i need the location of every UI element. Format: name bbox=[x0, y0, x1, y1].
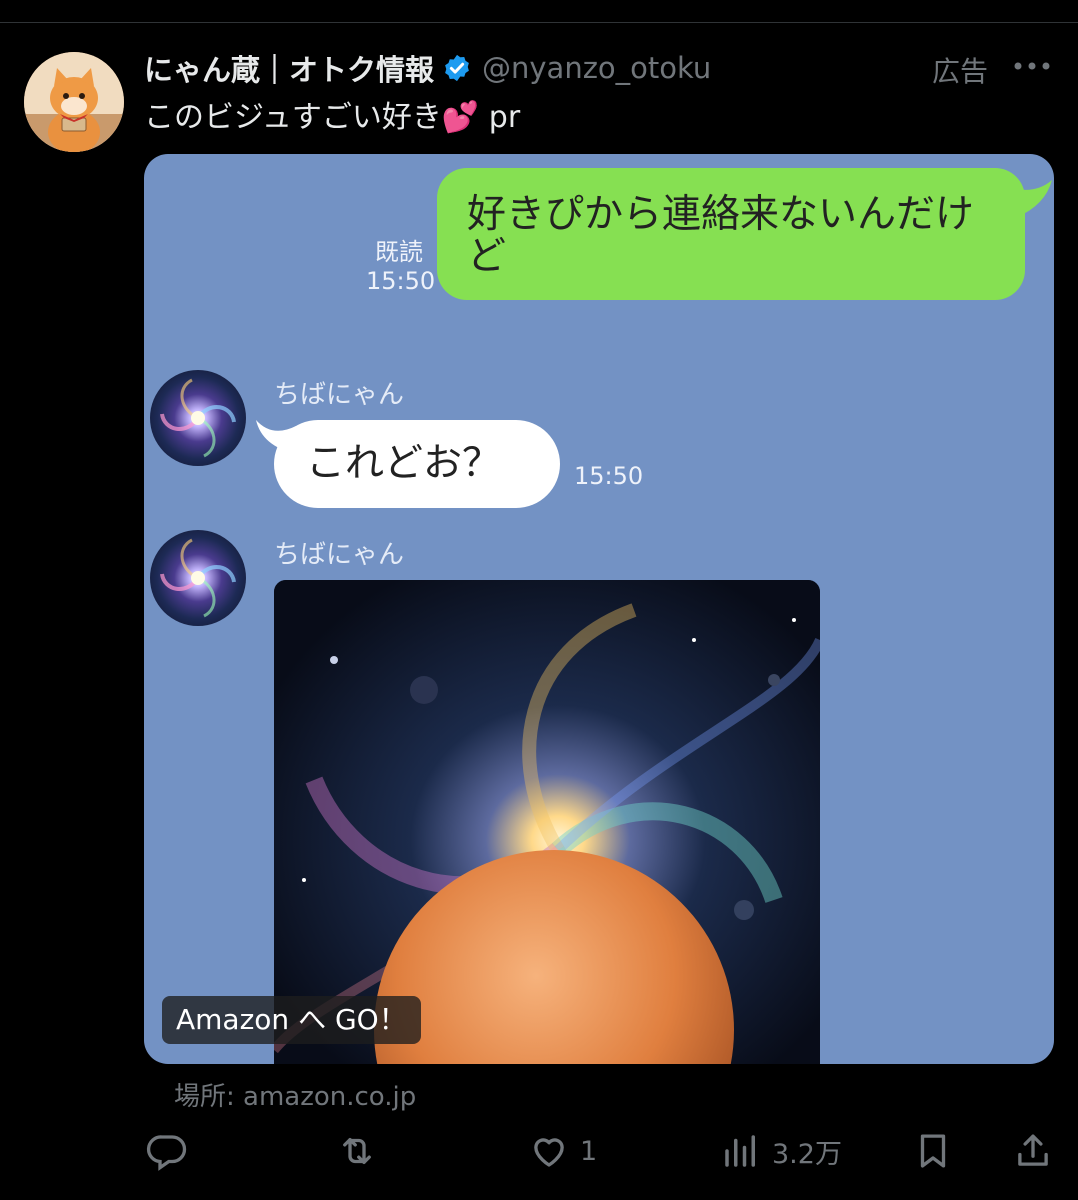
sender-avatar bbox=[150, 530, 246, 626]
reply-message-bubble: これどお？ bbox=[274, 420, 560, 508]
like-button[interactable]: 1 bbox=[528, 1128, 597, 1174]
post-text: このビジュすごい好き💕 pr bbox=[144, 100, 521, 135]
sender-avatar bbox=[150, 370, 246, 466]
bookmark-icon bbox=[920, 1134, 946, 1168]
top-divider bbox=[0, 22, 1078, 23]
bookmark-button[interactable] bbox=[912, 1128, 954, 1174]
avatar[interactable] bbox=[24, 52, 124, 152]
read-label: 既読 bbox=[375, 238, 423, 266]
my-message-bubble: 好きぴから連絡来ないんだけど bbox=[437, 168, 1025, 300]
display-name[interactable]: にゃん蔵｜オトク情報 bbox=[144, 47, 434, 89]
views-button[interactable]: 3.2万 bbox=[720, 1128, 842, 1174]
more-icon[interactable] bbox=[1012, 54, 1052, 78]
amazon-link-badge[interactable]: Amazon へ GO！ bbox=[162, 996, 421, 1044]
read-status: 既読 15:50 bbox=[366, 238, 436, 296]
views-count: 3.2万 bbox=[772, 1138, 842, 1170]
reply-time: 15:50 bbox=[574, 462, 644, 490]
media-card[interactable]: 好きぴから連絡来ないんだけど 既読 15:50 ちばにゃん これどお？ 15:5… bbox=[144, 154, 1054, 1064]
ad-label: 広告 bbox=[932, 55, 989, 88]
handle[interactable]: @nyanzo_otoku bbox=[482, 51, 711, 85]
like-icon bbox=[534, 1138, 564, 1167]
verified-icon bbox=[445, 54, 469, 82]
reply-button[interactable] bbox=[146, 1128, 198, 1174]
views-icon bbox=[725, 1135, 755, 1167]
share-button[interactable] bbox=[1012, 1128, 1054, 1174]
sender-name: ちばにゃん bbox=[274, 540, 405, 570]
author-row: にゃん蔵｜オトク情報 @nyanzo_otoku bbox=[144, 48, 711, 88]
location-text[interactable]: 場所: amazon.co.jp bbox=[174, 1076, 416, 1113]
galaxy-image[interactable] bbox=[274, 580, 820, 1064]
repost-icon bbox=[343, 1137, 371, 1165]
like-count: 1 bbox=[580, 1135, 598, 1167]
sender-name: ちばにゃん bbox=[274, 380, 405, 410]
reply-icon bbox=[146, 1135, 187, 1171]
share-icon bbox=[1018, 1134, 1048, 1166]
repost-button[interactable] bbox=[336, 1128, 388, 1174]
message-time: 15:50 bbox=[366, 267, 436, 295]
